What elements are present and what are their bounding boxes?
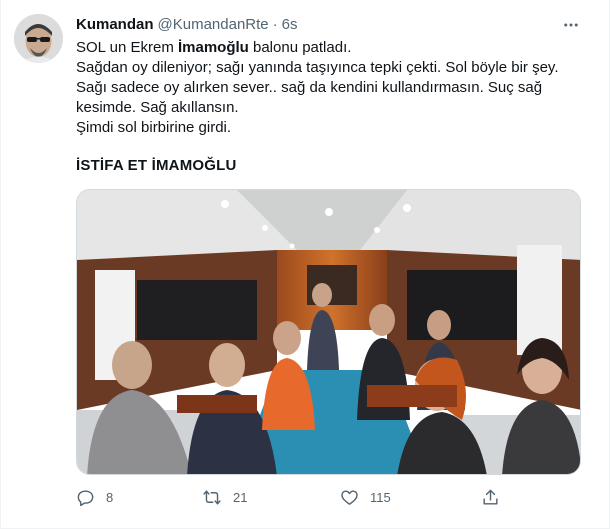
display-name[interactable]: Kumandan — [76, 16, 154, 33]
like-count: 115 — [370, 489, 391, 505]
reply-icon — [77, 489, 94, 506]
tweet-line-5: Şimdi sol birbirine girdi. — [76, 119, 232, 136]
tweet-line-1: SOL un Ekrem İmamoğlu balonu patladı. — [76, 39, 352, 56]
tweet-actions: 8 21 115 — [76, 483, 516, 511]
share-button[interactable] — [481, 483, 500, 511]
tweet-line-4: kesimde. Sağ akıllansın. — [76, 99, 239, 116]
reply-button[interactable]: 8 — [76, 483, 113, 511]
separator-dot: · — [272, 15, 278, 33]
user-handle[interactable]: @KumandanRte — [158, 16, 269, 33]
tweet-header: Kumandan @KumandanRte · 6s — [76, 14, 297, 34]
retweet-icon — [203, 489, 221, 505]
timestamp[interactable]: 6s — [282, 16, 298, 33]
bold-keyword: İmamoğlu — [177, 39, 249, 56]
tweet-photo[interactable] — [76, 189, 581, 475]
tweet-text: SOL un Ekrem İmamoğlu balonu patladı. Sa… — [76, 38, 586, 138]
heart-icon — [341, 489, 358, 505]
timeline-border-left — [0, 0, 1, 529]
tweet-headline: İSTİFA ET İMAMOĞLU — [76, 157, 237, 174]
like-button[interactable]: 115 — [340, 483, 391, 511]
more-options-button[interactable] — [558, 12, 584, 38]
retweet-count: 21 — [233, 489, 248, 505]
avatar[interactable] — [14, 14, 63, 63]
tweet-line-2: Sağdan oy dileniyor; sağı yanında taşıyı… — [76, 59, 559, 76]
retweet-button[interactable]: 21 — [202, 483, 247, 511]
tweet-line-3: Sağı sadece oy alırken sever.. sağ da ke… — [76, 79, 543, 96]
more-icon — [564, 23, 578, 27]
share-icon — [483, 489, 498, 505]
reply-count: 8 — [106, 489, 114, 505]
